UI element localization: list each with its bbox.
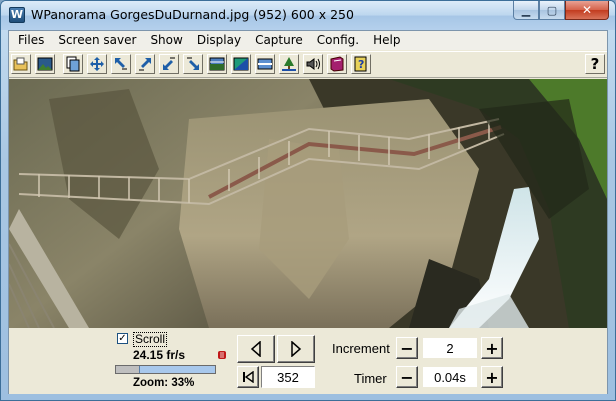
close-button[interactable]: ✕ xyxy=(565,1,609,20)
speaker-button[interactable] xyxy=(303,54,323,74)
book-icon xyxy=(330,56,344,72)
timer-label: Timer xyxy=(354,371,387,386)
title-bar[interactable]: W WPanorama GorgesDuDurnand.jpg (952) 60… xyxy=(1,1,615,30)
close-icon: ✕ xyxy=(581,3,593,17)
zoom-slider-fill xyxy=(139,366,215,373)
minus-icon: − xyxy=(400,338,414,358)
svg-text:?: ? xyxy=(358,58,364,71)
app-window: W WPanorama GorgesDuDurnand.jpg (952) 60… xyxy=(0,0,616,401)
menu-capture[interactable]: Capture xyxy=(248,31,310,50)
scroll-left-button[interactable] xyxy=(237,335,275,363)
increment-label: Increment xyxy=(332,341,390,356)
scroll-controls: ✓ Scroll 24.15 fr/s Zoom: 33% 352 Increm… xyxy=(9,328,607,394)
increment-minus-button[interactable]: − xyxy=(396,337,418,359)
speaker-icon xyxy=(306,58,320,70)
timer-minus-button[interactable]: − xyxy=(396,366,418,388)
toolbar: ? ? xyxy=(9,51,607,78)
minus-icon: − xyxy=(400,367,414,387)
landscape-icon xyxy=(209,57,225,71)
zoom-label: Zoom: 33% xyxy=(133,377,195,389)
arrows-ne-icon xyxy=(139,58,151,71)
increment-value: 2 xyxy=(446,340,454,356)
tree-button[interactable] xyxy=(279,54,299,74)
copy-button[interactable] xyxy=(63,54,83,74)
open-file-button[interactable] xyxy=(11,54,31,74)
gradient-icon xyxy=(233,57,249,71)
landscape-button[interactable] xyxy=(207,54,227,74)
zoom-slider[interactable] xyxy=(115,365,216,374)
book-button[interactable] xyxy=(327,54,347,74)
arrows-ne-button[interactable] xyxy=(135,54,155,74)
picture-icon xyxy=(37,57,53,71)
menu-files[interactable]: Files xyxy=(11,31,51,50)
strip-icon xyxy=(257,58,273,70)
menu-help[interactable]: Help xyxy=(366,31,407,50)
panorama-image xyxy=(9,79,607,328)
arrows-nw-button[interactable] xyxy=(111,54,131,74)
copy-icon xyxy=(66,56,80,72)
increment-plus-button[interactable]: + xyxy=(481,337,503,359)
open-file-icon xyxy=(13,57,28,71)
position-value: 352 xyxy=(277,369,299,385)
timer-value: 0.04s xyxy=(434,369,466,385)
menu-display[interactable]: Display xyxy=(190,31,248,50)
scroll-right-button[interactable] xyxy=(277,335,315,363)
increment-field[interactable]: 2 xyxy=(422,337,478,359)
menu-show[interactable]: Show xyxy=(143,31,189,50)
help-doc-icon: ? xyxy=(354,56,367,72)
menu-config[interactable]: Config. xyxy=(310,31,366,50)
client-area: Files Screen saver Show Display Capture … xyxy=(8,30,608,394)
position-field[interactable]: 352 xyxy=(261,366,315,388)
timer-field[interactable]: 0.04s xyxy=(422,366,478,388)
plus-icon: + xyxy=(485,338,499,358)
window-controls: ▁ ▢ ✕ xyxy=(513,1,609,20)
skip-to-start-icon xyxy=(243,371,254,383)
app-icon[interactable]: W xyxy=(9,7,25,23)
record-icon xyxy=(218,351,226,359)
minimize-icon: ▁ xyxy=(521,3,531,17)
arrows-se-icon xyxy=(187,57,199,70)
timer-plus-button[interactable]: + xyxy=(481,366,503,388)
maximize-button[interactable]: ▢ xyxy=(539,1,565,20)
tree-icon xyxy=(282,57,296,71)
triangle-left-icon xyxy=(250,341,261,357)
menu-bar: Files Screen saver Show Display Capture … xyxy=(9,31,607,50)
panorama-viewport[interactable] xyxy=(9,79,607,328)
fit-button[interactable] xyxy=(87,54,107,74)
frame-rate: 24.15 fr/s xyxy=(133,348,186,362)
picture-button[interactable] xyxy=(35,54,55,74)
help-doc-button[interactable]: ? xyxy=(351,54,371,74)
help-icon: ? xyxy=(590,55,600,73)
maximize-icon: ▢ xyxy=(546,3,558,17)
minimize-button[interactable]: ▁ xyxy=(513,1,539,20)
arrows-nw-icon xyxy=(115,58,127,70)
strip-button[interactable] xyxy=(255,54,275,74)
menu-screen-saver[interactable]: Screen saver xyxy=(51,31,143,50)
arrows-se-button[interactable] xyxy=(183,54,203,74)
window-title: WPanorama GorgesDuDurnand.jpg (952) 600 … xyxy=(31,7,354,22)
scroll-start-button[interactable] xyxy=(237,366,259,388)
arrows-sw-icon xyxy=(163,57,175,70)
scroll-checkbox[interactable]: ✓ xyxy=(117,333,128,344)
arrows-sw-button[interactable] xyxy=(159,54,179,74)
gradient-button[interactable] xyxy=(231,54,251,74)
scroll-label[interactable]: Scroll xyxy=(133,332,168,347)
help-button[interactable]: ? xyxy=(585,54,605,74)
fit-icon xyxy=(90,57,104,71)
plus-icon: + xyxy=(485,367,499,387)
triangle-right-icon xyxy=(291,341,302,357)
